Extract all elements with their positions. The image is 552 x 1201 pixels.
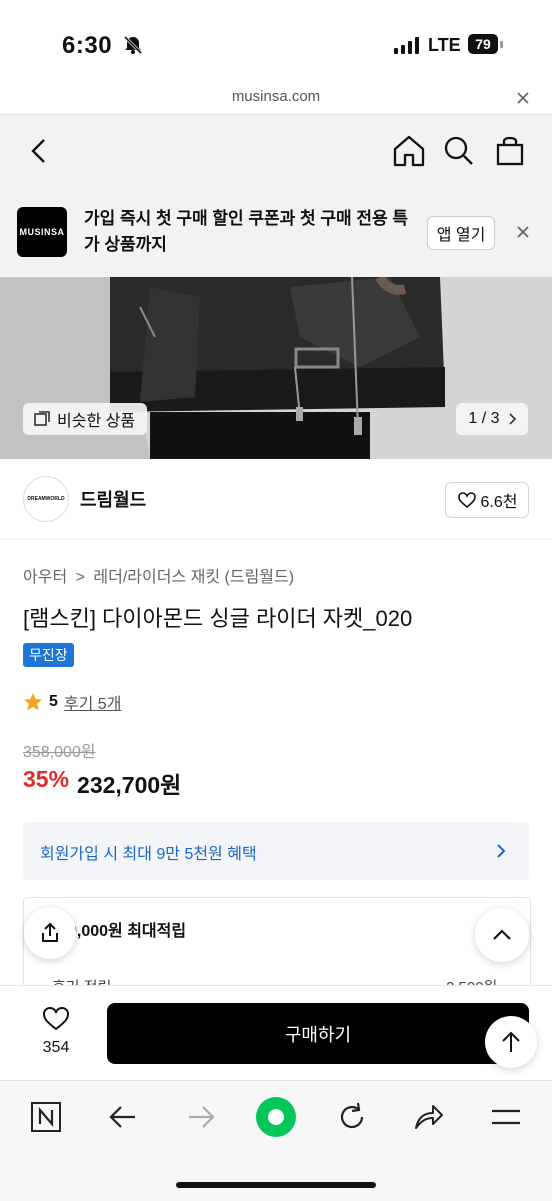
- member-benefit-text: 회원가입 시 최대 9만 5천원 혜택: [40, 846, 257, 863]
- chevron-right-icon: [508, 413, 516, 425]
- rating-score: 5: [49, 693, 58, 710]
- price-row: 35% 232,700원: [23, 766, 181, 800]
- naver-green-dot-icon[interactable]: [255, 1096, 297, 1138]
- browser-forward-icon[interactable]: [186, 1103, 216, 1131]
- banner-text: 가입 즉시 첫 구매 할인 쿠폰과 첫 구매 전용 특가 상품까지: [84, 209, 409, 254]
- original-price: 358,000원: [23, 744, 96, 761]
- close-tab-icon[interactable]: [516, 91, 530, 105]
- naver-n-icon[interactable]: [30, 1101, 62, 1133]
- network-label: LTE: [428, 35, 461, 55]
- collapse-button[interactable]: [475, 908, 529, 962]
- member-chevron-icon: [497, 844, 506, 858]
- product-title: [램스킨] 다이아몬드 싱글 라이더 자켓_020: [23, 606, 413, 631]
- promo-badge: 무진장: [23, 643, 74, 667]
- review-link[interactable]: 후기 5개: [64, 690, 122, 714]
- similar-label: 비슷한 상품: [57, 413, 136, 430]
- open-app-button[interactable]: 앱 열기: [427, 216, 495, 250]
- breadcrumb-separator-icon: >: [75, 569, 85, 586]
- heart-icon: [457, 492, 476, 509]
- musinsa-logo: MUSINSA: [17, 207, 67, 257]
- share-button[interactable]: [24, 907, 76, 959]
- brand-like-count: 6.6천: [480, 494, 518, 511]
- breadcrumb-subcategory[interactable]: 레더/라이더스 재킷 (드림월드): [93, 569, 294, 586]
- image-pager[interactable]: 1 / 3: [456, 403, 528, 435]
- refresh-icon[interactable]: [336, 1101, 368, 1133]
- brand-logo[interactable]: DREAMWORLD: [23, 476, 69, 522]
- pager-text: 1 / 3: [468, 410, 500, 427]
- browser-back-icon[interactable]: [108, 1103, 138, 1131]
- back-icon[interactable]: [28, 137, 50, 165]
- battery-tip: [500, 41, 503, 48]
- menu-icon[interactable]: [490, 1106, 522, 1128]
- buy-button[interactable]: 구매하기: [107, 1003, 529, 1064]
- scroll-top-button[interactable]: [485, 1016, 537, 1068]
- arrow-up-icon: [502, 1031, 520, 1052]
- search-icon[interactable]: [443, 135, 475, 167]
- similar-icon: [34, 411, 50, 426]
- signal-icon: [394, 37, 419, 54]
- brand-name[interactable]: 드림월드: [80, 486, 146, 512]
- silent-bell-icon: [123, 35, 143, 55]
- share-icon: [42, 922, 58, 942]
- similar-products-button[interactable]: 비슷한 상품: [23, 403, 148, 435]
- discount-rate: 35%: [23, 766, 70, 792]
- banner-close-icon[interactable]: [516, 225, 530, 239]
- share-arrow-icon[interactable]: [413, 1102, 445, 1132]
- points-title: 9,000원 최대적립: [68, 923, 187, 940]
- breadcrumb: 아우터 > 레더/라이더스 재킷 (드림월드): [23, 563, 294, 587]
- star-icon: [24, 693, 42, 711]
- home-indicator: [176, 1182, 376, 1188]
- wishlist-heart-icon[interactable]: [42, 1006, 70, 1032]
- home-icon[interactable]: [392, 134, 426, 168]
- breadcrumb-category[interactable]: 아우터: [23, 569, 67, 586]
- url-text[interactable]: musinsa.com: [0, 88, 552, 105]
- rating: 5 후기 5개: [23, 690, 121, 714]
- sale-price: 232,700원: [77, 772, 182, 798]
- status-time: 6:30: [62, 32, 113, 59]
- wishlist-count: 354: [42, 1039, 70, 1056]
- cart-icon[interactable]: [495, 134, 525, 166]
- chevron-up-icon: [493, 929, 511, 940]
- battery-indicator: 79: [468, 34, 498, 54]
- brand-like-button[interactable]: 6.6천: [445, 482, 529, 518]
